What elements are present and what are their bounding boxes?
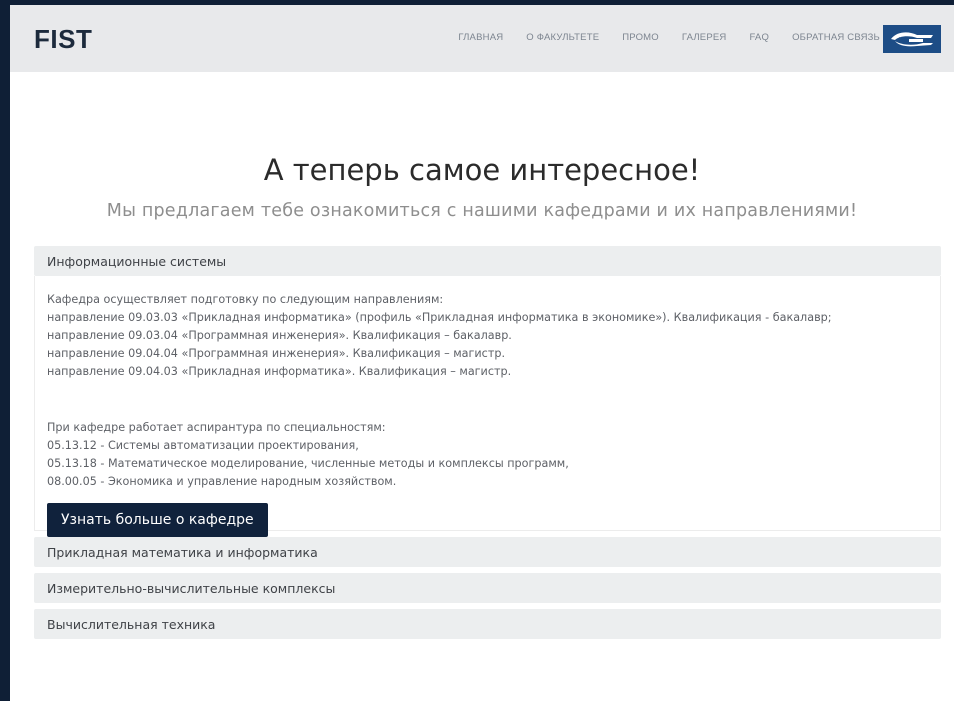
nav-link-promo[interactable]: ПРОМО xyxy=(622,32,659,43)
direction-item: направление 09.03.04 «Программная инжене… xyxy=(47,329,512,342)
accordion-header-computer-engineering[interactable]: Вычислительная техника xyxy=(34,609,941,639)
accordion-panel-information-systems: Кафедра осуществляет подготовку по следу… xyxy=(34,276,941,537)
page-title: А теперь самое интересное! xyxy=(263,153,701,187)
nav-link-gallery[interactable]: ГАЛЕРЕЯ xyxy=(682,32,727,43)
direction-item: направление 09.03.03 «Прикладная информа… xyxy=(47,311,832,324)
nav-menu: ГЛАВНАЯ О ФАКУЛЬТЕТЕ ПРОМО ГАЛЕРЕЯ FAQ О… xyxy=(435,32,880,43)
speciality-item: 05.13.18 - Математическое моделирование,… xyxy=(47,457,569,470)
directions-intro: Кафедра осуществляет подготовку по следу… xyxy=(47,293,444,306)
direction-item: направление 09.04.04 «Программная инжене… xyxy=(47,347,505,360)
accordion-header-applied-math[interactable]: Прикладная математика и информатика xyxy=(34,537,941,567)
page: FIST ГЛАВНАЯ О ФАКУЛЬТЕТЕ ПРОМО ГАЛЕРЕЯ … xyxy=(10,5,954,701)
aspirantura-intro: При кафедре работает аспирантура по спец… xyxy=(47,421,386,434)
nav-link-faq[interactable]: FAQ xyxy=(749,32,769,43)
speciality-item: 05.13.12 - Системы автоматизации проекти… xyxy=(47,439,359,452)
university-logo-button[interactable] xyxy=(883,25,941,53)
navbar: FIST ГЛАВНАЯ О ФАКУЛЬТЕТЕ ПРОМО ГАЛЕРЕЯ … xyxy=(10,5,954,72)
university-logo-icon xyxy=(891,32,933,47)
speciality-item: 08.00.05 - Экономика и управление народн… xyxy=(47,475,397,488)
nav-link-home[interactable]: ГЛАВНАЯ xyxy=(458,32,503,43)
direction-item: направление 09.04.03 «Прикладная информа… xyxy=(47,365,512,378)
nav-link-feedback[interactable]: ОБРАТНАЯ СВЯЗЬ xyxy=(792,32,880,43)
nav-link-about[interactable]: О ФАКУЛЬТЕТЕ xyxy=(526,32,599,43)
learn-more-button[interactable]: Узнать больше о кафедре xyxy=(47,503,268,537)
page-subtitle: Мы предлагаем тебе ознакомиться с нашими… xyxy=(106,201,858,221)
site-logo[interactable]: FIST xyxy=(34,24,92,55)
departments-accordion: Информационные системы Кафедра осуществл… xyxy=(34,246,941,639)
accordion-header-measuring-systems[interactable]: Измерительно-вычислительные комплексы xyxy=(34,573,941,603)
accordion-header-information-systems[interactable]: Информационные системы xyxy=(34,246,941,276)
